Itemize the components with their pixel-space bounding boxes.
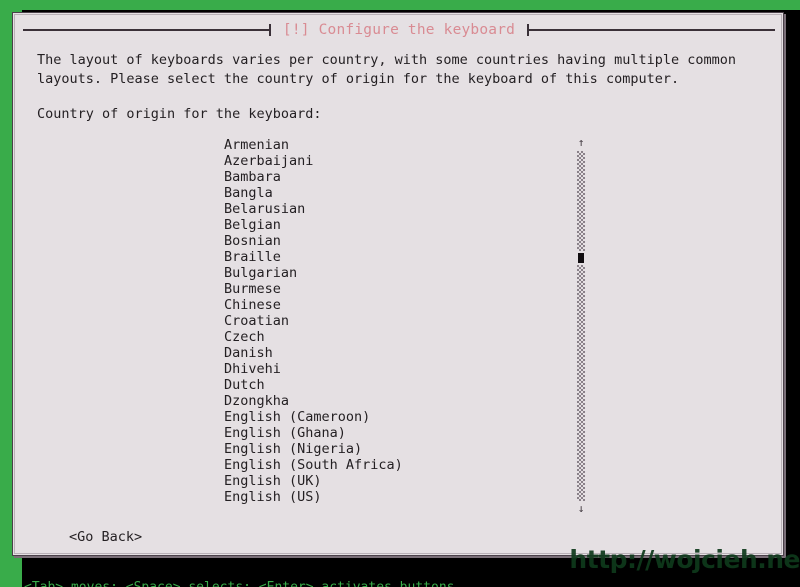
list-item[interactable]: Braille [223, 249, 560, 265]
installer-screen: <Tab> moves; <Space> selects; <Enter> ac… [0, 0, 800, 587]
scroll-down-arrow-icon[interactable]: ↓ [574, 503, 588, 515]
list-item[interactable]: Burmese [223, 281, 560, 297]
list-item[interactable]: Bosnian [223, 233, 560, 249]
list-item[interactable]: English (UK) [223, 473, 560, 489]
country-list[interactable]: Armenian Azerbaijani Bambara Bangla Belarusi… [223, 137, 560, 505]
list-item[interactable]: Dzongkha [223, 393, 560, 409]
list-item[interactable]: Belgian [223, 217, 560, 233]
scrollbar-trough-lower[interactable] [577, 265, 585, 501]
list-item[interactable]: Bambara [223, 169, 560, 185]
country-list-region[interactable]: Armenian Azerbaijani Bambara Bangla Belarusi… [223, 137, 588, 515]
title-rule-right [529, 29, 775, 31]
scrollbar-thumb[interactable] [578, 253, 584, 263]
list-item[interactable]: Chinese [223, 297, 560, 313]
list-item[interactable]: English (Cameroon) [223, 409, 560, 425]
watermark: http://wojcieh.ne [569, 545, 800, 574]
dialog-title-bar: [!] Configure the keyboard [23, 21, 775, 39]
list-item[interactable]: English (Ghana) [223, 425, 560, 441]
list-item[interactable]: Azerbaijani [223, 153, 560, 169]
list-item[interactable]: English (Nigeria) [223, 441, 560, 457]
scroll-up-arrow-icon[interactable]: ↑ [574, 137, 588, 149]
list-item[interactable]: Bulgarian [223, 265, 560, 281]
list-scrollbar[interactable]: ↑ ↓ [574, 137, 588, 515]
list-item[interactable]: Dutch [223, 377, 560, 393]
scrollbar-trough-upper[interactable] [577, 151, 585, 251]
configure-keyboard-dialog: [!] Configure the keyboard The layout of… [12, 12, 784, 556]
list-item[interactable]: Belarusian [223, 201, 560, 217]
list-item[interactable]: Dhivehi [223, 361, 560, 377]
page-title: [!] Configure the keyboard [282, 22, 516, 38]
list-item[interactable]: Czech [223, 329, 560, 345]
title-rule-left [23, 29, 269, 31]
list-item[interactable]: Danish [223, 345, 560, 361]
list-item[interactable]: English (US) [223, 489, 560, 505]
go-back-button[interactable]: <Go Back> [69, 528, 142, 546]
dialog-description: The layout of keyboards varies per count… [37, 52, 745, 87]
list-item[interactable]: English (South Africa) [223, 457, 560, 473]
list-item[interactable]: Croatian [223, 313, 560, 329]
hint-bar: <Tab> moves; <Space> selects; <Enter> ac… [24, 580, 800, 587]
list-item[interactable]: Armenian [223, 137, 560, 153]
list-item[interactable]: Bangla [223, 185, 560, 201]
country-field-label: Country of origin for the keyboard: [37, 106, 322, 122]
